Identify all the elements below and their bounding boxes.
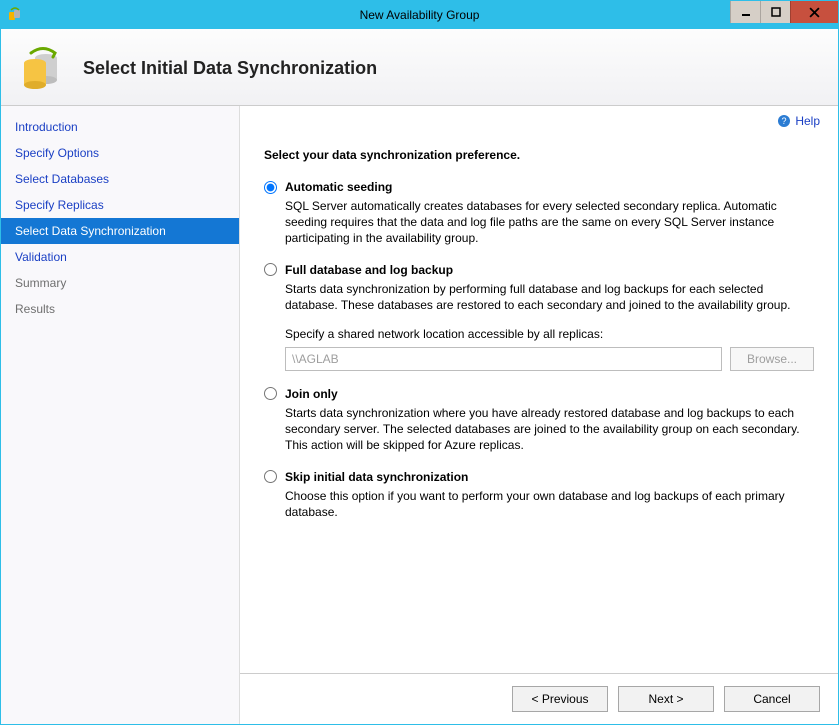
radio-row-skip-sync[interactable]: Skip initial data synchronization — [264, 470, 814, 484]
desc-automatic-seeding: SQL Server automatically creates databas… — [285, 198, 814, 247]
shared-location-prompt: Specify a shared network location access… — [285, 327, 814, 341]
window-controls — [730, 1, 838, 29]
browse-button[interactable]: Browse... — [730, 347, 814, 371]
help-label: Help — [795, 114, 820, 128]
label-full-backup: Full database and log backup — [285, 263, 453, 277]
app-icon — [7, 7, 23, 23]
shared-location-input[interactable] — [285, 347, 722, 371]
wizard-steps-sidebar: Introduction Specify Options Select Data… — [1, 106, 239, 724]
option-automatic-seeding: Automatic seeding SQL Server automatical… — [264, 180, 814, 247]
close-button[interactable] — [790, 1, 838, 23]
wizard-footer: < Previous Next > Cancel — [240, 673, 838, 724]
radio-row-join-only[interactable]: Join only — [264, 387, 814, 401]
radio-skip-sync[interactable] — [264, 470, 277, 483]
wizard-body: Introduction Specify Options Select Data… — [1, 106, 838, 724]
sidebar-item-specify-replicas[interactable]: Specify Replicas — [1, 192, 239, 218]
sidebar-item-select-databases[interactable]: Select Databases — [1, 166, 239, 192]
desc-join-only: Starts data synchronization where you ha… — [285, 405, 814, 454]
sidebar-item-summary: Summary — [1, 270, 239, 296]
radio-row-full-backup[interactable]: Full database and log backup — [264, 263, 814, 277]
wizard-window: New Availability Group — [0, 0, 839, 725]
desc-skip-sync: Choose this option if you want to perfor… — [285, 488, 814, 520]
database-sync-icon — [19, 45, 65, 91]
label-skip-sync: Skip initial data synchronization — [285, 470, 468, 484]
help-link[interactable]: ? Help — [777, 114, 820, 128]
next-button[interactable]: Next > — [618, 686, 714, 712]
minimize-button[interactable] — [730, 1, 760, 23]
option-skip-sync: Skip initial data synchronization Choose… — [264, 470, 814, 520]
help-row: ? Help — [240, 106, 838, 128]
shared-location-row: Browse... — [285, 347, 814, 371]
label-join-only: Join only — [285, 387, 338, 401]
sidebar-item-introduction[interactable]: Introduction — [1, 114, 239, 140]
content-area: Select your data synchronization prefere… — [240, 128, 838, 673]
label-automatic-seeding: Automatic seeding — [285, 180, 392, 194]
sync-prompt: Select your data synchronization prefere… — [264, 148, 814, 162]
desc-full-backup: Starts data synchronization by performin… — [285, 281, 814, 313]
sidebar-item-validation[interactable]: Validation — [1, 244, 239, 270]
help-icon: ? — [777, 114, 791, 128]
previous-button[interactable]: < Previous — [512, 686, 608, 712]
window-title: New Availability Group — [360, 8, 480, 22]
option-full-backup: Full database and log backup Starts data… — [264, 263, 814, 371]
radio-join-only[interactable] — [264, 387, 277, 400]
option-join-only: Join only Starts data synchronization wh… — [264, 387, 814, 454]
radio-full-backup[interactable] — [264, 263, 277, 276]
title-bar[interactable]: New Availability Group — [1, 1, 838, 29]
sidebar-item-select-data-synchronization[interactable]: Select Data Synchronization — [1, 218, 239, 244]
main-panel: ? Help Select your data synchronization … — [239, 106, 838, 724]
maximize-button[interactable] — [760, 1, 790, 23]
radio-row-automatic-seeding[interactable]: Automatic seeding — [264, 180, 814, 194]
wizard-header: Select Initial Data Synchronization — [1, 29, 838, 106]
page-title: Select Initial Data Synchronization — [83, 58, 377, 79]
radio-automatic-seeding[interactable] — [264, 181, 277, 194]
cancel-button[interactable]: Cancel — [724, 686, 820, 712]
svg-text:?: ? — [782, 116, 787, 126]
sidebar-item-results: Results — [1, 296, 239, 322]
sidebar-item-specify-options[interactable]: Specify Options — [1, 140, 239, 166]
